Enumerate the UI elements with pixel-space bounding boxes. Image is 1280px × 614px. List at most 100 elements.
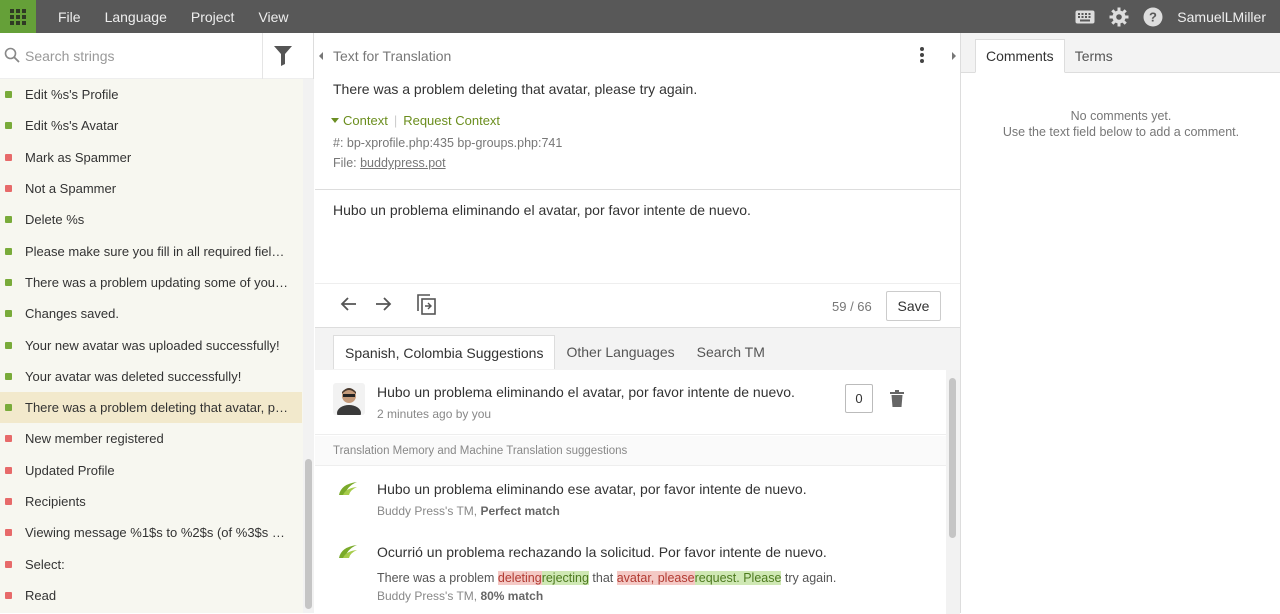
- editor-panel: Text for Translation There was a problem…: [315, 33, 960, 614]
- search-bar: [0, 33, 313, 79]
- string-list-item[interactable]: Read: [0, 580, 302, 611]
- string-label: Edit %s's Avatar: [25, 118, 119, 134]
- string-label: New member registered: [25, 431, 164, 447]
- source-heading: Text for Translation: [333, 48, 452, 64]
- string-label: Select:: [25, 556, 65, 572]
- string-label: Edit %s's Profile: [25, 87, 119, 103]
- comments-panel: Comments Terms No comments yet. Use the …: [960, 33, 1280, 613]
- string-list-item[interactable]: Delete %s: [0, 204, 302, 235]
- menu-language[interactable]: Language: [93, 9, 179, 25]
- menu-view[interactable]: View: [246, 9, 300, 25]
- tm-logo-icon: [337, 480, 359, 499]
- sidebar-scrollbar[interactable]: [303, 79, 314, 613]
- arrow-right-icon[interactable]: [374, 295, 392, 316]
- string-list-item[interactable]: Edit %s's Avatar: [0, 110, 302, 141]
- suggestions-scrollbar[interactable]: [946, 370, 960, 614]
- filter-icon[interactable]: [262, 33, 302, 79]
- divider: [315, 283, 960, 284]
- string-label: Delete %s: [25, 212, 85, 228]
- diff-inserted: rejecting: [541, 571, 589, 585]
- status-dot: [5, 122, 12, 130]
- collapse-right-handle[interactable]: [947, 33, 960, 79]
- string-list-item[interactable]: There was a problem deleting that avatar…: [0, 391, 302, 424]
- apps-grid-icon[interactable]: [0, 0, 36, 33]
- context-row: Context | Request Context: [331, 113, 500, 128]
- top-bar: File Language Project View ? SamuelLMill…: [0, 0, 1280, 33]
- own-suggestion[interactable]: Hubo un problema eliminando el avatar, p…: [315, 370, 946, 435]
- keyboard-icon[interactable]: [1075, 10, 1095, 24]
- context-toggle[interactable]: Context: [343, 113, 388, 128]
- string-list-item[interactable]: Recipients: [0, 486, 302, 517]
- menu-file[interactable]: File: [46, 9, 93, 25]
- file-link[interactable]: buddypress.pot: [360, 156, 445, 170]
- string-label: There was a problem updating some of you…: [25, 274, 290, 290]
- string-label: Your avatar was deleted successfully!: [25, 368, 242, 384]
- tm-header: Translation Memory and Machine Translati…: [315, 436, 946, 466]
- string-list-item[interactable]: Updated Profile: [0, 455, 302, 486]
- empty-line-1: No comments yet.: [1070, 109, 1172, 123]
- tm-source: Buddy Press's TM,: [377, 589, 478, 603]
- collapse-left-handle[interactable]: [315, 33, 327, 79]
- menu-project[interactable]: Project: [179, 9, 247, 25]
- tab-comments[interactable]: Comments: [975, 39, 1065, 73]
- string-list-item[interactable]: Your new avatar was uploaded successfull…: [0, 329, 302, 360]
- suggestions-panel: Hubo un problema eliminando el avatar, p…: [315, 370, 946, 614]
- svg-text:?: ?: [1149, 9, 1157, 24]
- references: #: bp-xprofile.php:435 bp-groups.php:741: [333, 136, 563, 150]
- string-list-item[interactable]: Viewing message %1$s to %2$s (of %3$s me…: [0, 517, 302, 548]
- caret-down-icon: [331, 118, 339, 123]
- tab-terms[interactable]: Terms: [1065, 39, 1123, 73]
- string-label: There was a problem deleting that avatar…: [25, 400, 290, 416]
- tab-other-languages[interactable]: Other Languages: [555, 335, 685, 369]
- string-label: Please make sure you fill in all require…: [25, 243, 290, 259]
- string-list-item[interactable]: Changes saved.: [0, 298, 302, 329]
- tm-suggestion-text[interactable]: Ocurrió un problema rechazando la solici…: [377, 544, 827, 560]
- diff-same: that: [588, 571, 617, 585]
- save-button[interactable]: Save: [886, 291, 941, 321]
- string-list-item[interactable]: Mark as Spammer: [0, 142, 302, 173]
- status-dot: [5, 185, 12, 193]
- source-text: There was a problem deleting that avatar…: [333, 81, 698, 97]
- suggestions-area: Spanish, Colombia Suggestions Other Lang…: [315, 327, 960, 614]
- tab-search-tm[interactable]: Search TM: [686, 335, 776, 369]
- help-icon[interactable]: ?: [1143, 7, 1163, 27]
- string-list-item[interactable]: Your avatar was deleted successfully!: [0, 361, 302, 392]
- scrollbar-thumb[interactable]: [305, 459, 312, 609]
- top-right-tools: ? SamuelLMiller: [1075, 7, 1280, 27]
- string-label: Your new avatar was uploaded successfull…: [25, 337, 280, 353]
- strings-list: Edit %s's Profile Edit %s's Avatar Mark as…: [0, 79, 302, 611]
- string-label: Not a Spammer: [25, 181, 117, 197]
- scrollbar-thumb[interactable]: [949, 378, 956, 538]
- string-list-item[interactable]: Not a Spammer: [0, 173, 302, 204]
- string-list-item[interactable]: Please make sure you fill in all require…: [0, 235, 302, 266]
- status-dot: [5, 91, 12, 99]
- translation-editor[interactable]: Hubo un problema eliminando el avatar, p…: [333, 202, 751, 218]
- suggestion-meta: 2 minutes ago by you: [377, 407, 492, 421]
- search-icon: [4, 47, 20, 66]
- empty-line-2: Use the text field below to add a commen…: [1002, 125, 1240, 139]
- tab-locale-suggestions[interactable]: Spanish, Colombia Suggestions: [333, 335, 556, 369]
- tm-suggestion-text[interactable]: Hubo un problema eliminando ese avatar, …: [377, 481, 807, 497]
- status-dot: [5, 310, 12, 318]
- status-dot: [5, 372, 12, 380]
- user-menu[interactable]: SamuelLMiller: [1177, 9, 1266, 25]
- suggestion-text: Hubo un problema eliminando el avatar, p…: [377, 384, 795, 400]
- string-list-item[interactable]: There was a problem updating some of you…: [0, 267, 302, 298]
- status-dot: [5, 591, 12, 599]
- gear-icon[interactable]: [1109, 7, 1129, 27]
- copy-source-icon[interactable]: [417, 294, 437, 319]
- arrow-left-icon[interactable]: [340, 295, 358, 316]
- strings-sidebar: Edit %s's Profile Edit %s's Avatar Mark as…: [0, 33, 314, 613]
- string-list-item[interactable]: Select:: [0, 548, 302, 579]
- diff-same: There was a problem: [377, 571, 498, 585]
- string-list-item[interactable]: New member registered: [0, 423, 302, 454]
- source-diff: There was a problem deletingrejecting th…: [377, 571, 836, 585]
- vote-count[interactable]: 0: [845, 384, 873, 413]
- string-list-item[interactable]: Edit %s's Profile: [0, 79, 302, 110]
- main-menu: File Language Project View: [46, 9, 301, 25]
- request-context-link[interactable]: Request Context: [403, 113, 500, 128]
- trash-icon[interactable]: [890, 390, 904, 410]
- search-input[interactable]: [25, 47, 260, 64]
- more-options-icon[interactable]: [920, 47, 924, 65]
- avatar: [333, 383, 365, 415]
